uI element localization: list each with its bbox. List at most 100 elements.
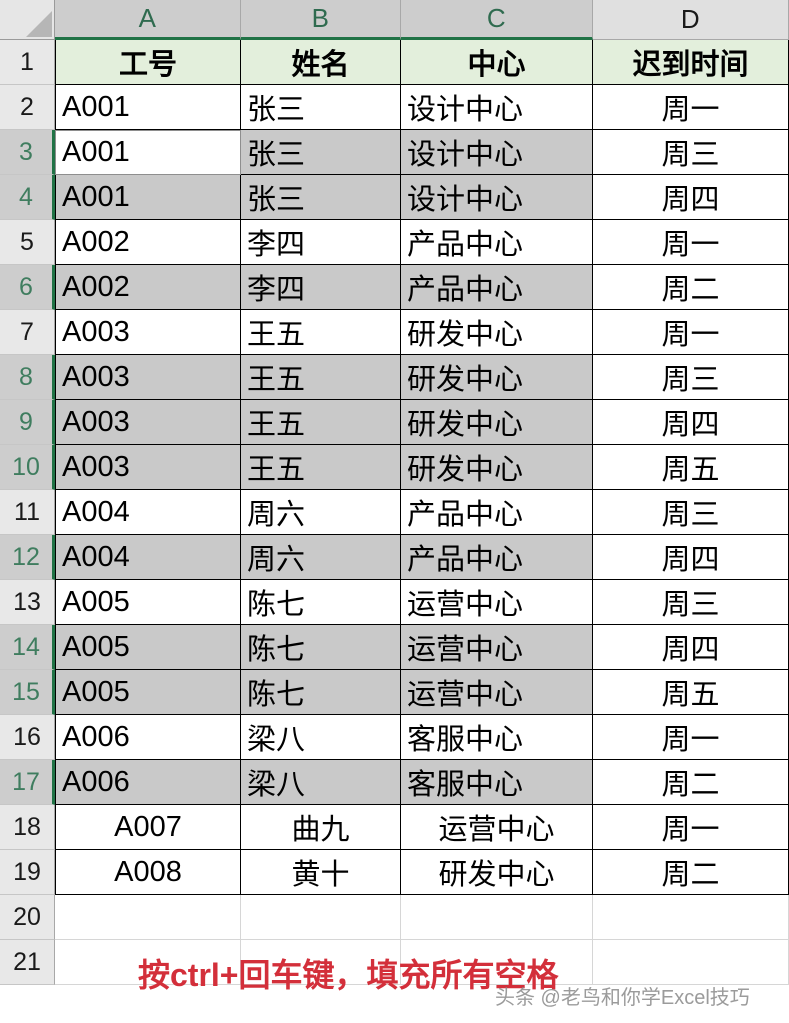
table-cell[interactable]: A002 <box>55 220 241 265</box>
row-header-4[interactable]: 4 <box>0 175 55 220</box>
empty-cell[interactable] <box>593 895 789 940</box>
table-cell[interactable]: 张三 <box>241 130 401 175</box>
row-header-19[interactable]: 19 <box>0 850 55 895</box>
row-header-17[interactable]: 17 <box>0 760 55 805</box>
table-cell[interactable]: A005 <box>55 625 241 670</box>
table-cell[interactable]: 设计中心 <box>401 85 593 130</box>
table-cell[interactable]: 周一 <box>593 805 789 850</box>
table-cell[interactable]: A004 <box>55 535 241 580</box>
table-cell[interactable]: 研发中心 <box>401 310 593 355</box>
empty-cell[interactable] <box>55 940 241 985</box>
table-header-cell[interactable]: 姓名 <box>241 40 401 85</box>
table-cell[interactable]: 张三 <box>241 175 401 220</box>
table-cell[interactable]: 研发中心 <box>401 850 593 895</box>
row-header-21[interactable]: 21 <box>0 940 55 985</box>
table-cell[interactable]: 张三 <box>241 85 401 130</box>
spreadsheet-grid[interactable]: A B C D 1 工号 姓名 中心 迟到时间 2 A001 张三 设计中心 周一 3 A001 张三 设计中心周… <box>0 0 789 1023</box>
table-cell[interactable]: 周三 <box>593 130 789 175</box>
table-cell[interactable]: 周二 <box>593 850 789 895</box>
table-cell[interactable]: A005 <box>55 580 241 625</box>
table-cell[interactable]: 周一 <box>593 220 789 265</box>
table-cell[interactable]: 陈七 <box>241 670 401 715</box>
table-cell[interactable]: 周一 <box>593 85 789 130</box>
table-cell[interactable]: A004 <box>55 490 241 535</box>
row-header-10[interactable]: 10 <box>0 445 55 490</box>
table-cell[interactable]: 运营中心 <box>401 580 593 625</box>
table-cell[interactable]: 产品中心 <box>401 490 593 535</box>
row-header-6[interactable]: 6 <box>0 265 55 310</box>
table-cell[interactable]: 王五 <box>241 355 401 400</box>
table-cell[interactable]: 李四 <box>241 220 401 265</box>
row-header-2[interactable]: 2 <box>0 85 55 130</box>
table-cell[interactable]: 客服中心 <box>401 715 593 760</box>
table-cell[interactable]: 周六 <box>241 535 401 580</box>
empty-cell[interactable] <box>401 895 593 940</box>
table-cell[interactable]: 周四 <box>593 625 789 670</box>
table-cell[interactable]: 陈七 <box>241 625 401 670</box>
table-cell[interactable]: 运营中心 <box>401 625 593 670</box>
column-header-c[interactable]: C <box>401 0 593 40</box>
row-header-14[interactable]: 14 <box>0 625 55 670</box>
table-header-cell[interactable]: 迟到时间 <box>593 40 789 85</box>
column-header-a[interactable]: A <box>55 0 241 40</box>
table-cell[interactable]: A003 <box>55 445 241 490</box>
table-cell[interactable]: 设计中心 <box>401 175 593 220</box>
table-cell[interactable]: 王五 <box>241 400 401 445</box>
table-cell[interactable]: 周三 <box>593 490 789 535</box>
row-header-18[interactable]: 18 <box>0 805 55 850</box>
table-cell[interactable]: 研发中心 <box>401 445 593 490</box>
row-header-20[interactable]: 20 <box>0 895 55 940</box>
table-cell[interactable]: A005 <box>55 670 241 715</box>
table-cell[interactable]: 周六 <box>241 490 401 535</box>
table-cell[interactable]: A001 <box>55 85 241 130</box>
row-header-15[interactable]: 15 <box>0 670 55 715</box>
table-cell[interactable]: 周四 <box>593 175 789 220</box>
table-cell[interactable]: A006 <box>55 715 241 760</box>
row-header-9[interactable]: 9 <box>0 400 55 445</box>
row-header-16[interactable]: 16 <box>0 715 55 760</box>
table-cell[interactable]: 周二 <box>593 760 789 805</box>
row-header-8[interactable]: 8 <box>0 355 55 400</box>
empty-cell[interactable] <box>593 940 789 985</box>
column-header-d[interactable]: D <box>593 0 789 40</box>
table-cell[interactable]: 周四 <box>593 400 789 445</box>
table-cell[interactable]: 陈七 <box>241 580 401 625</box>
table-cell[interactable]: 设计中心 <box>401 130 593 175</box>
table-cell[interactable]: 周一 <box>593 310 789 355</box>
table-cell[interactable]: 运营中心 <box>401 805 593 850</box>
table-cell[interactable]: 周三 <box>593 580 789 625</box>
table-cell[interactable]: 周四 <box>593 535 789 580</box>
empty-cell[interactable] <box>241 940 401 985</box>
table-cell[interactable]: A001 <box>55 175 241 220</box>
empty-cell[interactable] <box>241 895 401 940</box>
row-header-7[interactable]: 7 <box>0 310 55 355</box>
table-cell[interactable]: 周五 <box>593 670 789 715</box>
row-header-11[interactable]: 11 <box>0 490 55 535</box>
row-header-12[interactable]: 12 <box>0 535 55 580</box>
table-cell[interactable]: A002 <box>55 265 241 310</box>
table-cell[interactable]: 王五 <box>241 445 401 490</box>
row-header-1[interactable]: 1 <box>0 40 55 85</box>
table-cell[interactable]: A003 <box>55 400 241 445</box>
row-header-13[interactable]: 13 <box>0 580 55 625</box>
table-cell[interactable]: 周二 <box>593 265 789 310</box>
select-all-corner[interactable] <box>0 0 55 40</box>
table-cell[interactable]: 周三 <box>593 355 789 400</box>
table-cell[interactable]: A003 <box>55 355 241 400</box>
table-cell[interactable]: 梁八 <box>241 715 401 760</box>
active-cell[interactable]: A001 <box>55 130 241 175</box>
table-header-cell[interactable]: 工号 <box>55 40 241 85</box>
empty-cell[interactable] <box>55 895 241 940</box>
row-header-3[interactable]: 3 <box>0 130 55 175</box>
table-cell[interactable]: 产品中心 <box>401 535 593 580</box>
table-cell[interactable]: 研发中心 <box>401 355 593 400</box>
column-header-b[interactable]: B <box>241 0 401 40</box>
table-cell[interactable]: 曲九 <box>241 805 401 850</box>
table-cell[interactable]: 周一 <box>593 715 789 760</box>
empty-cell[interactable] <box>401 940 593 985</box>
table-cell[interactable]: 李四 <box>241 265 401 310</box>
row-header-5[interactable]: 5 <box>0 220 55 265</box>
table-cell[interactable]: A006 <box>55 760 241 805</box>
table-cell[interactable]: 产品中心 <box>401 265 593 310</box>
table-cell[interactable]: 王五 <box>241 310 401 355</box>
